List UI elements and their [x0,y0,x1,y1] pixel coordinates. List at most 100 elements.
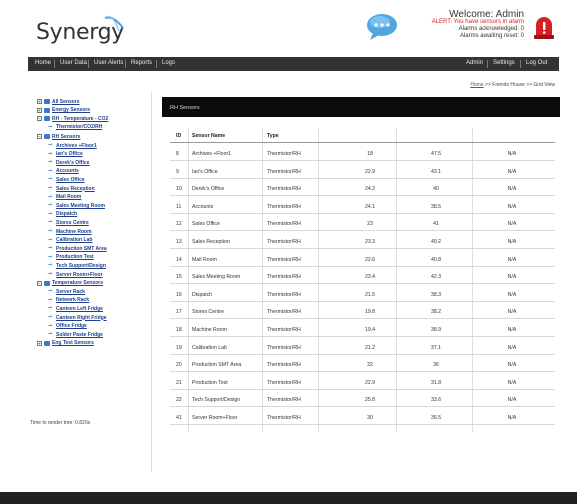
tree-label[interactable]: Office Fridge [56,323,87,329]
table-row[interactable]: 11 Accounts Thermistor/RH 24.1 38.5 N/A [170,199,555,214]
tree-label[interactable]: Accounts [56,168,79,174]
tree-label[interactable]: Dispatch [56,211,77,217]
tree-label[interactable]: Energy Sensors [52,107,90,113]
tree-label[interactable]: Temperature Sensors [52,280,103,286]
tree-sensor[interactable]: ⊸ Calibration Lab [48,237,92,244]
nav-user-data[interactable]: User Data [60,60,87,66]
tree-sensor[interactable]: ⊸ Sales Reception [48,185,95,192]
tree-label[interactable]: Network Rack [56,297,89,303]
table-row[interactable]: 9 Ian's Office Thermistor/RH 22.9 43.1 N/A [170,164,555,179]
table-row[interactable]: 13 Sales Reception Thermistor/RH 23.3 40.2 N/… [170,234,555,249]
tree-label[interactable]: Canteen Right Fridge [56,315,107,321]
tree-sensor[interactable]: ⊸ Dispatch [48,211,77,218]
tree-sensor[interactable]: ⊸ Server Room+Floor [48,271,103,278]
tree-sensor[interactable]: ⊸ Derek's Office [48,159,89,166]
tree-group[interactable]: − Temperature Sensors [37,280,103,287]
table-row[interactable]: 15 Sales Meeting Room Thermistor/RH 23.4 42.… [170,269,555,285]
tree-sensor[interactable]: ⊸ Production SMT Area [48,245,107,252]
tree-label[interactable]: Solder Paste Fridge [56,332,103,338]
table-cell: Thermistor/RH [267,186,301,193]
tree-sensor[interactable]: ⊸ Production Test [48,254,94,261]
tree-label[interactable]: Calibration Lab [56,237,92,243]
table-row[interactable]: 19 Calibration Lab Thermistor/RH 21.2 37.1 N/… [170,340,555,355]
tree-label[interactable]: Canteen Left Fridge [56,306,103,312]
nav-admin[interactable]: Admin [466,60,483,66]
table-row[interactable]: 18 Machine Room Thermistor/RH 19.4 38.9 N/A [170,322,555,337]
table-row[interactable]: 8 Archives +Floor1 Thermistor/RH 18 47.5 N/A [170,146,555,161]
tree-label[interactable]: Ian's Office [56,151,83,157]
expand-toggle-icon[interactable]: − [37,134,42,140]
tree-sensor[interactable]: ⊸ Network Rack [48,297,89,304]
table-row[interactable]: 41 Server Room+Floor Thermistor/RH 30 36.5 N/… [170,410,555,425]
alarm-bell-icon[interactable] [532,13,556,43]
tree-label[interactable]: Sales Reception [56,186,95,192]
table-cell: 22.9 [364,168,376,175]
nav-log-out[interactable]: Log Out [526,60,547,66]
tree-sensor[interactable]: ⊸ Ian's Office [48,151,83,158]
table-row[interactable]: 12 Sales Office Thermistor/RH 23 41 N/A [170,216,555,232]
tree-sensor[interactable]: ⊸ Office Fridge [48,323,87,330]
tree-sensor[interactable]: ⊸ Machine Room [48,228,92,235]
nav-settings[interactable]: Settings [493,60,515,66]
tree-label[interactable]: Production Test [56,254,94,260]
tree-group[interactable]: − RH Sensors [37,133,80,140]
expand-toggle-icon[interactable]: − [37,280,42,286]
tree-sensor[interactable]: ⊸ Server Rack [48,288,85,295]
nav-home[interactable]: Home [35,60,51,66]
table-row[interactable]: 20 Production SMT Area Thermistor/RH 22 36 N/… [170,357,555,373]
tree-sensor[interactable]: ⊸ Mail Room [48,194,81,201]
tree-label[interactable]: All Sensors [52,99,80,105]
table-row[interactable]: 16 Dispatch Thermistor/RH 21.5 38.3 N/A [170,287,555,302]
tree-sensor[interactable]: ⊸ Stores Centre [48,219,89,226]
tree-group[interactable]: − RH - Temperature - CO2 [37,115,108,122]
tree-label[interactable]: Archives +Floor1 [56,143,97,149]
tree-sensor[interactable]: ⊸ Sales Meeting Room [48,202,105,209]
tree-label[interactable]: Server Rack [56,289,85,295]
tree-sensor[interactable]: ⊸ Tech Support/Design [48,262,106,269]
table-cell: 11 [176,203,182,210]
nav-reports[interactable]: Reports [131,60,152,66]
tree-sensor[interactable]: ⊸ Archives +Floor1 [48,142,97,149]
speech-bubble-icon[interactable] [365,12,399,42]
tree-sensor[interactable]: ⊸ Accounts [48,168,79,175]
column-header[interactable]: Type [267,133,279,139]
table-cell: Calibration Lab [192,344,227,351]
tree-group[interactable]: + Eng Test Sensors [37,340,94,347]
tree-label[interactable]: Derek's Office [56,160,89,166]
tree-sensor[interactable]: ⊸ Sales Office [48,176,85,183]
tree-sensor[interactable]: ⊸ Solder Paste Fridge [48,331,103,338]
tree-label[interactable]: Sales Office [56,177,85,183]
tree-label[interactable]: Eng Test Sensors [52,340,94,346]
tree-sensor[interactable]: ⊸ Canteen Right Fridge [48,314,107,321]
tree-label[interactable]: Sales Meeting Room [56,203,105,209]
table-row[interactable]: 21 Production Test Thermistor/RH 22.9 31.8 N/… [170,375,555,390]
tree-label[interactable]: Production SMT Area [56,246,107,252]
table-row[interactable]: 14 Mail Room Thermistor/RH 22.6 40.8 N/A [170,252,555,267]
tree-label[interactable]: Thermistor/CO2/RH [56,124,102,130]
tree-label[interactable]: Machine Room [56,229,92,235]
breadcrumb-home[interactable]: Home [470,82,483,88]
tree-sensor[interactable]: ⊸ Thermistor/CO2/RH [48,124,102,131]
tree-group[interactable]: + Energy Sensors [37,107,90,114]
tree-label[interactable]: Mail Room [56,194,81,200]
expand-toggle-icon[interactable]: + [37,340,42,346]
tree-label[interactable]: Tech Support/Design [56,263,106,269]
table-row[interactable]: 22 Tech Support/Design Thermistor/RH 25.8 33… [170,392,555,408]
column-header[interactable]: ID [176,133,181,139]
tree-label[interactable]: Server Room+Floor [56,272,103,278]
tree-label[interactable]: Stores Centre [56,220,89,226]
expand-toggle-icon[interactable]: + [37,107,42,113]
expand-toggle-icon[interactable]: + [37,99,42,104]
alert-text[interactable]: ALERT: You have sensors in alarm [412,19,524,26]
tree-group[interactable]: + All Sensors [37,98,80,105]
tree-label[interactable]: RH - Temperature - CO2 [52,116,108,122]
column-header[interactable]: Sensor Name [192,133,225,139]
table-row[interactable]: 10 Derek's Office Thermistor/RH 24.2 40 N/A [170,181,555,197]
table-row[interactable]: 17 Stores Centre Thermistor/RH 19.8 38.2 N/A [170,304,555,320]
expand-toggle-icon[interactable]: − [37,116,42,122]
tree-label[interactable]: RH Sensors [52,134,80,140]
nav-user-alerts[interactable]: User Alerts [94,60,123,66]
nav-logs[interactable]: Logs [162,60,175,66]
table-cell: Mail Room [192,256,217,263]
tree-sensor[interactable]: ⊸ Canteen Left Fridge [48,305,103,312]
